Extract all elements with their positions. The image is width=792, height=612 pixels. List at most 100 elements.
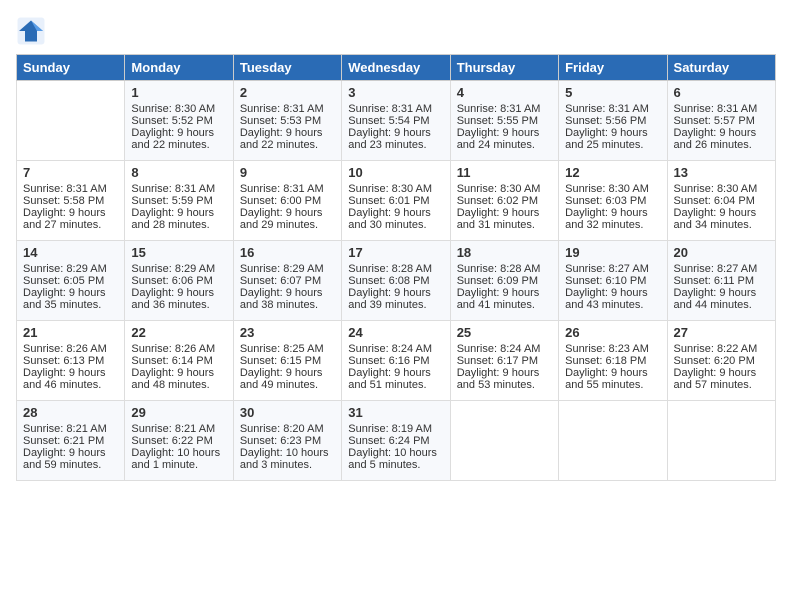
calendar-cell: 7Sunrise: 8:31 AMSunset: 5:58 PMDaylight… xyxy=(17,161,125,241)
day-number: 21 xyxy=(23,325,118,340)
day-number: 26 xyxy=(565,325,660,340)
daylight-text: Daylight: 9 hours and 46 minutes. xyxy=(23,367,118,391)
day-number: 13 xyxy=(674,165,769,180)
calendar-cell xyxy=(559,401,667,481)
sunrise-text: Sunrise: 8:29 AM xyxy=(131,263,226,275)
day-number: 16 xyxy=(240,245,335,260)
sunset-text: Sunset: 6:00 PM xyxy=(240,195,335,207)
sunset-text: Sunset: 5:52 PM xyxy=(131,115,226,127)
daylight-text: Daylight: 10 hours and 1 minute. xyxy=(131,447,226,471)
daylight-text: Daylight: 9 hours and 48 minutes. xyxy=(131,367,226,391)
calendar-week-row: 1 Sunrise: 8:30 AMSunset: 5:52 PM Daylight… xyxy=(17,81,776,161)
calendar-cell: 18Sunrise: 8:28 AMSunset: 6:09 PMDayligh… xyxy=(450,241,558,321)
day-number: 3 xyxy=(348,85,443,100)
calendar-cell: 21Sunrise: 8:26 AMSunset: 6:13 PMDayligh… xyxy=(17,321,125,401)
sunrise-text: Sunrise: 8:20 AM xyxy=(240,423,335,435)
calendar-cell: 4Sunrise: 8:31 AMSunset: 5:55 PMDaylight… xyxy=(450,81,558,161)
calendar-cell xyxy=(450,401,558,481)
sunset-text: Sunset: 6:16 PM xyxy=(348,355,443,367)
day-number: 4 xyxy=(457,85,552,100)
calendar-cell: 6Sunrise: 8:31 AMSunset: 5:57 PMDaylight… xyxy=(667,81,775,161)
calendar-cell: 10Sunrise: 8:30 AMSunset: 6:01 PMDayligh… xyxy=(342,161,450,241)
sunrise-text: Sunrise: 8:31 AM xyxy=(674,103,769,115)
sunset-text: Sunset: 5:58 PM xyxy=(23,195,118,207)
calendar-cell: 31Sunrise: 8:19 AMSunset: 6:24 PMDayligh… xyxy=(342,401,450,481)
calendar-cell: 14Sunrise: 8:29 AMSunset: 6:05 PMDayligh… xyxy=(17,241,125,321)
weekday-header: Sunday xyxy=(17,55,125,81)
calendar-cell: 9Sunrise: 8:31 AMSunset: 6:00 PMDaylight… xyxy=(233,161,341,241)
daylight-text: Daylight: 9 hours and 38 minutes. xyxy=(240,287,335,311)
day-number: 25 xyxy=(457,325,552,340)
weekday-header: Monday xyxy=(125,55,233,81)
sunset-text: Sunset: 6:09 PM xyxy=(457,275,552,287)
sunset-text: Sunset: 6:05 PM xyxy=(23,275,118,287)
daylight-text: Daylight: 9 hours and 49 minutes. xyxy=(240,367,335,391)
sunset-text: Sunset: 6:14 PM xyxy=(131,355,226,367)
weekday-header: Friday xyxy=(559,55,667,81)
calendar-cell: 20Sunrise: 8:27 AMSunset: 6:11 PMDayligh… xyxy=(667,241,775,321)
day-number: 18 xyxy=(457,245,552,260)
sunset-text: Sunset: 6:11 PM xyxy=(674,275,769,287)
calendar-cell: 23Sunrise: 8:25 AMSunset: 6:15 PMDayligh… xyxy=(233,321,341,401)
day-number: 28 xyxy=(23,405,118,420)
daylight-text: Daylight: 9 hours and 24 minutes. xyxy=(457,127,552,151)
sunrise-text: Sunrise: 8:30 AM xyxy=(457,183,552,195)
daylight-text: Daylight: 9 hours and 27 minutes. xyxy=(23,207,118,231)
calendar-cell xyxy=(17,81,125,161)
page-header xyxy=(16,16,776,46)
day-number: 15 xyxy=(131,245,226,260)
day-number: 23 xyxy=(240,325,335,340)
sunset-text: Sunset: 6:04 PM xyxy=(674,195,769,207)
calendar-cell: 5 Sunrise: 8:31 AMSunset: 5:56 PMDaylight… xyxy=(559,81,667,161)
sunrise-text: Sunrise: 8:28 AM xyxy=(457,263,552,275)
day-number: 2 xyxy=(240,85,335,100)
calendar-cell: 30Sunrise: 8:20 AMSunset: 6:23 PMDayligh… xyxy=(233,401,341,481)
daylight-text: Daylight: 9 hours and 35 minutes. xyxy=(23,287,118,311)
day-number: 12 xyxy=(565,165,660,180)
daylight-text: Daylight: 9 hours and 25 minutes. xyxy=(565,127,660,151)
sunset-text: Sunset: 5:59 PM xyxy=(131,195,226,207)
sunrise-text: Sunrise: 8:30 AM xyxy=(131,103,226,115)
calendar-cell: 19Sunrise: 8:27 AMSunset: 6:10 PMDayligh… xyxy=(559,241,667,321)
calendar-cell: 8Sunrise: 8:31 AMSunset: 5:59 PMDaylight… xyxy=(125,161,233,241)
sunset-text: Sunset: 6:18 PM xyxy=(565,355,660,367)
calendar-cell xyxy=(667,401,775,481)
sunset-text: Sunset: 6:06 PM xyxy=(131,275,226,287)
calendar-cell: 15 Sunrise: 8:29 AMSunset: 6:06 PMDayligh… xyxy=(125,241,233,321)
sunrise-text: Sunrise: 8:19 AM xyxy=(348,423,443,435)
calendar-cell: 28Sunrise: 8:21 AMSunset: 6:21 PMDayligh… xyxy=(17,401,125,481)
sunset-text: Sunset: 6:22 PM xyxy=(131,435,226,447)
sunset-text: Sunset: 5:56 PM xyxy=(565,115,660,127)
sunset-text: Sunset: 6:01 PM xyxy=(348,195,443,207)
sunrise-text: Sunrise: 8:31 AM xyxy=(565,103,660,115)
day-number: 1 xyxy=(131,85,226,100)
daylight-text: Daylight: 9 hours and 36 minutes. xyxy=(131,287,226,311)
sunset-text: Sunset: 6:03 PM xyxy=(565,195,660,207)
sunrise-text: Sunrise: 8:31 AM xyxy=(348,103,443,115)
sunset-text: Sunset: 5:57 PM xyxy=(674,115,769,127)
daylight-text: Daylight: 9 hours and 44 minutes. xyxy=(674,287,769,311)
sunset-text: Sunset: 6:21 PM xyxy=(23,435,118,447)
day-number: 24 xyxy=(348,325,443,340)
daylight-text: Daylight: 9 hours and 32 minutes. xyxy=(565,207,660,231)
calendar-cell: 27Sunrise: 8:22 AMSunset: 6:20 PMDayligh… xyxy=(667,321,775,401)
sunset-text: Sunset: 6:13 PM xyxy=(23,355,118,367)
sunrise-text: Sunrise: 8:28 AM xyxy=(348,263,443,275)
calendar-week-row: 14Sunrise: 8:29 AMSunset: 6:05 PMDayligh… xyxy=(17,241,776,321)
sunrise-text: Sunrise: 8:25 AM xyxy=(240,343,335,355)
calendar-cell: 29Sunrise: 8:21 AMSunset: 6:22 PMDayligh… xyxy=(125,401,233,481)
sunrise-text: Sunrise: 8:30 AM xyxy=(348,183,443,195)
sunrise-text: Sunrise: 8:30 AM xyxy=(674,183,769,195)
sunrise-text: Sunrise: 8:30 AM xyxy=(565,183,660,195)
sunrise-text: Sunrise: 8:31 AM xyxy=(240,183,335,195)
calendar-cell: 25Sunrise: 8:24 AMSunset: 6:17 PMDayligh… xyxy=(450,321,558,401)
sunrise-text: Sunrise: 8:31 AM xyxy=(240,103,335,115)
sunset-text: Sunset: 6:17 PM xyxy=(457,355,552,367)
calendar-cell: 17Sunrise: 8:28 AMSunset: 6:08 PMDayligh… xyxy=(342,241,450,321)
daylight-text: Daylight: 9 hours and 28 minutes. xyxy=(131,207,226,231)
day-number: 5 xyxy=(565,85,660,100)
calendar-week-row: 21Sunrise: 8:26 AMSunset: 6:13 PMDayligh… xyxy=(17,321,776,401)
day-number: 19 xyxy=(565,245,660,260)
daylight-text: Daylight: 9 hours and 53 minutes. xyxy=(457,367,552,391)
daylight-text: Daylight: 9 hours and 26 minutes. xyxy=(674,127,769,151)
